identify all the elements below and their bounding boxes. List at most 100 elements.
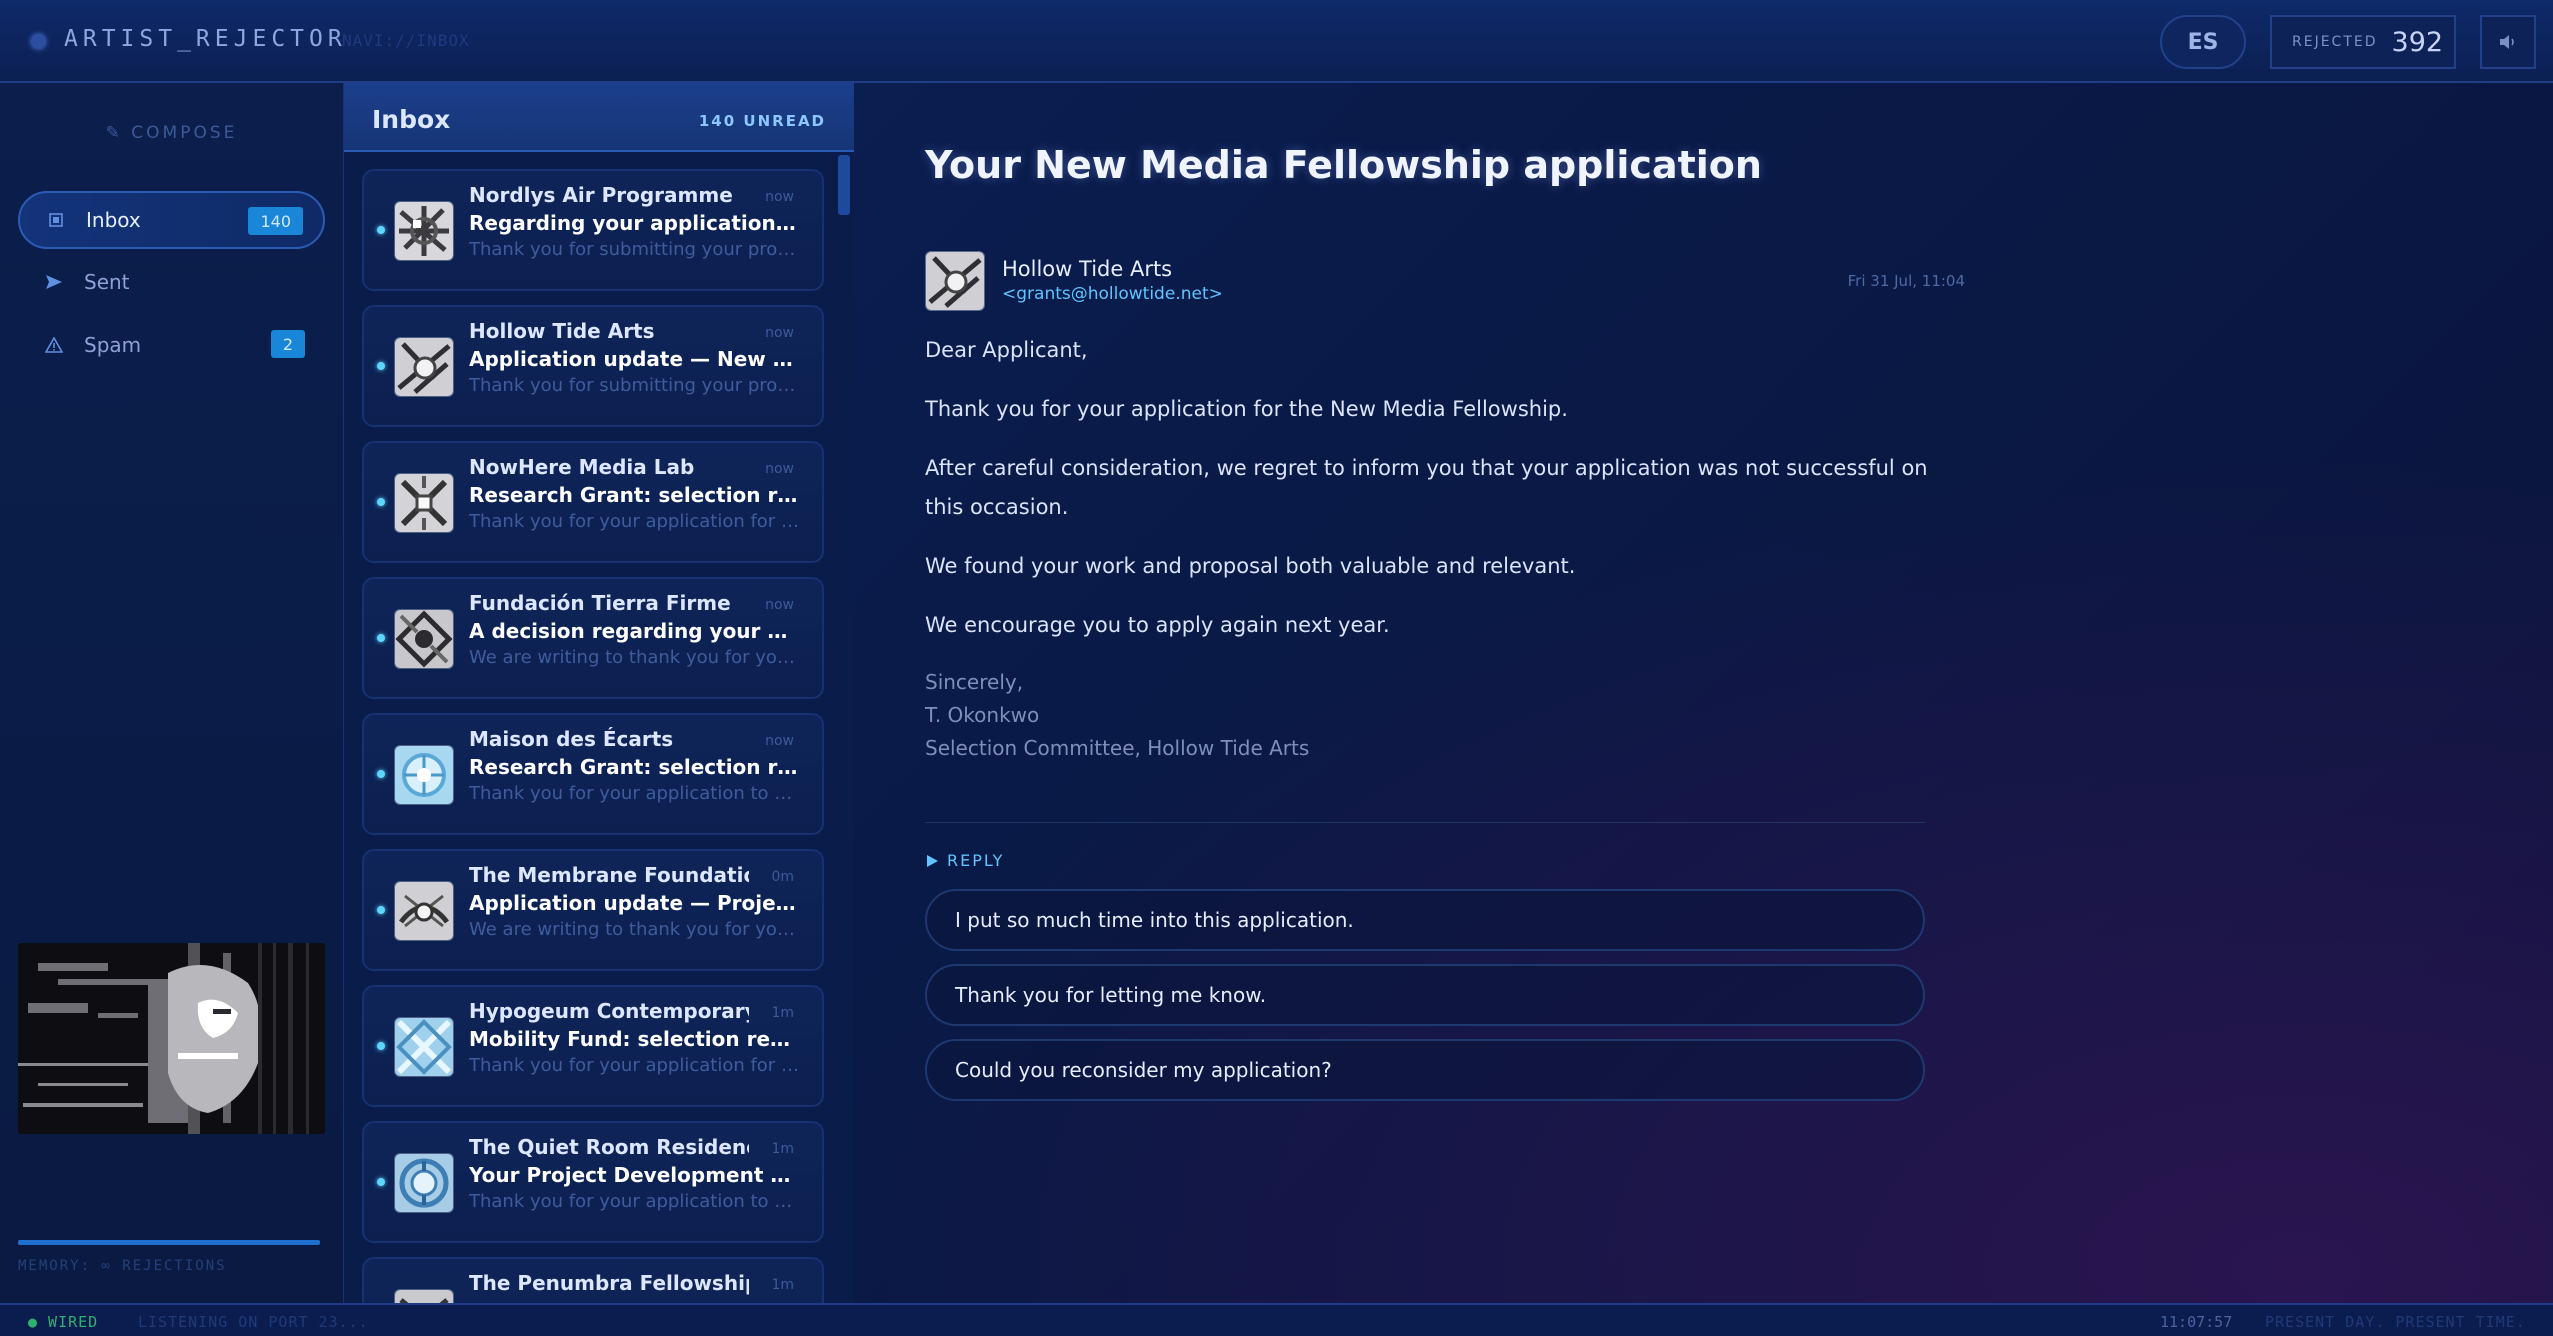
inbox-icon [44, 212, 68, 228]
sender-avatar [394, 473, 454, 533]
inbox-title: Inbox [372, 105, 451, 134]
reply-option[interactable]: I put so much time into this application… [925, 889, 1925, 951]
reply-option[interactable]: Thank you for letting me know. [925, 964, 1925, 1026]
memory-progress-bar [18, 1240, 320, 1245]
mail-preview: We are writing to thank you for your... [469, 919, 799, 940]
mail-subject: Mobility Fund: selection results [469, 1027, 799, 1051]
mail-item[interactable]: Fundación Tierra Firme now A decision re… [362, 577, 824, 699]
unread-indicator-icon [377, 906, 385, 914]
mail-item[interactable]: The Penumbra Fellowship 1m [362, 1257, 824, 1303]
mail-item[interactable]: Nordlys Air Programme now Regarding your… [362, 169, 824, 291]
sender-avatar [394, 1017, 454, 1077]
reply-option[interactable]: Could you reconsider my application? [925, 1039, 1925, 1101]
mail-sender: The Quiet Room Residency [469, 1135, 749, 1159]
compose-button[interactable]: ✎ COMPOSE [0, 123, 343, 143]
sender-name: Hollow Tide Arts [1002, 257, 1173, 281]
mail-sender: The Membrane Foundation [469, 863, 749, 887]
spam-count-badge: 2 [270, 330, 305, 358]
mail-item[interactable]: The Membrane Foundation 0m Application u… [362, 849, 824, 971]
signature-line: Sincerely, [925, 670, 1024, 694]
connection-status: ● WIRED [28, 1313, 99, 1331]
mail-time: 1m [771, 1277, 794, 1293]
reading-pane: Your New Media Fellowship application Ho… [855, 83, 2553, 1303]
sidebar-item-label: Spam [84, 333, 142, 357]
play-triangle-icon [927, 854, 938, 867]
sidebar-item-spam[interactable]: Spam 2 [18, 316, 325, 374]
sender-avatar [394, 745, 454, 805]
mail-preview: Thank you for your application to th... [469, 783, 799, 804]
warning-icon [42, 337, 66, 353]
mail-subject: Your Project Development Fund ... [469, 1163, 799, 1187]
memory-label: MEMORY: ∞ REJECTIONS [18, 1258, 227, 1274]
mail-item[interactable]: Hollow Tide Arts now Application update … [362, 305, 824, 427]
unread-indicator-icon [377, 362, 385, 370]
mail-item[interactable]: NowHere Media Lab now Research Grant: se… [362, 441, 824, 563]
clock: 11:07:57 [2160, 1313, 2233, 1331]
sidebar-item-sent[interactable]: Sent [18, 253, 325, 311]
mail-subject: Research Grant: selection results [469, 483, 799, 507]
body-paragraph: Dear Applicant, [925, 338, 1088, 362]
mail-time: 1m [771, 1141, 794, 1157]
mail-time: now [765, 461, 794, 477]
sound-button[interactable] [2480, 15, 2536, 69]
mail-item[interactable]: The Quiet Room Residency 1m Your Project… [362, 1121, 824, 1243]
mail-sender: Hollow Tide Arts [469, 319, 655, 343]
mail-preview: Thank you for submitting your prop... [469, 239, 799, 260]
mail-item[interactable]: Hypogeum Contemporary 1m Mobility Fund: … [362, 985, 824, 1107]
unread-indicator-icon [377, 1178, 385, 1186]
signature-line: Selection Committee, Hollow Tide Arts [925, 736, 1310, 760]
email-body: Dear Applicant, Thank you for your appli… [925, 331, 1955, 665]
unread-indicator-icon [377, 634, 385, 642]
mail-time: now [765, 325, 794, 341]
mail-subject: Research Grant: selection results [469, 755, 799, 779]
inbox-count-badge: 140 [248, 207, 303, 235]
sender-avatar [394, 1289, 454, 1303]
body-paragraph: Thank you for your application for the N… [925, 397, 1568, 421]
sidebar: ✎ COMPOSE Inbox 140 Sent Spam 2 MEMORY: … [0, 83, 344, 1303]
inbox-header: Inbox 140 UNREAD [344, 83, 854, 152]
mail-subject: Application update — Project De... [469, 891, 799, 915]
language-button[interactable]: ES [2160, 15, 2246, 69]
glitch-portrait-image [18, 943, 325, 1134]
mail-sender: Maison des Écarts [469, 727, 674, 751]
app-title: ARTIST_REJECTOR [64, 26, 347, 52]
mail-time: now [765, 597, 794, 613]
sender-avatar [394, 1153, 454, 1213]
sender-avatar [394, 337, 454, 397]
compose-label: COMPOSE [131, 123, 238, 143]
reply-header: REPLY [925, 851, 1004, 870]
status-bar: ● WIRED LISTENING ON PORT 23... 11:07:57… [0, 1303, 2553, 1336]
mail-time: 1m [771, 1005, 794, 1021]
listening-status: LISTENING ON PORT 23... [138, 1313, 369, 1331]
sidebar-item-label: Sent [84, 270, 130, 294]
present-day-text: PRESENT DAY. PRESENT TIME. [2265, 1313, 2526, 1331]
inbox-scrollbar[interactable] [838, 155, 850, 215]
mail-list: Nordlys Air Programme now Regarding your… [362, 169, 824, 1303]
mail-sender: Nordlys Air Programme [469, 183, 733, 207]
unread-indicator-icon [377, 770, 385, 778]
sender-avatar [394, 609, 454, 669]
rejected-label: REJECTED [2292, 34, 2378, 50]
sidebar-item-label: Inbox [86, 208, 141, 232]
unread-count: 140 UNREAD [698, 112, 826, 130]
body-paragraph: After careful consideration, we regret t… [925, 456, 1928, 519]
sender-avatar [394, 201, 454, 261]
mail-item[interactable]: Maison des Écarts now Research Grant: se… [362, 713, 824, 835]
mail-sender: The Penumbra Fellowship [469, 1271, 749, 1295]
sender-email[interactable]: <grants@hollowtide.net> [1002, 284, 1223, 304]
sender-avatar [394, 881, 454, 941]
mail-sender: NowHere Media Lab [469, 455, 695, 479]
status-dot-icon [31, 34, 46, 49]
mail-subject: Regarding your application to N... [469, 211, 799, 235]
mail-preview: Thank you for your application for t... [469, 1055, 799, 1076]
send-icon [42, 274, 66, 290]
signature-line: T. Okonkwo [925, 703, 1040, 727]
email-signature: Sincerely, T. Okonkwo Selection Committe… [925, 666, 1955, 765]
body-paragraph: We encourage you to apply again next yea… [925, 613, 1390, 637]
unread-indicator-icon [377, 498, 385, 506]
mail-time: now [765, 189, 794, 205]
sidebar-item-inbox[interactable]: Inbox 140 [18, 191, 325, 249]
reply-label: REPLY [947, 851, 1005, 870]
pencil-icon: ✎ [105, 123, 132, 143]
unread-indicator-icon [377, 1042, 385, 1050]
